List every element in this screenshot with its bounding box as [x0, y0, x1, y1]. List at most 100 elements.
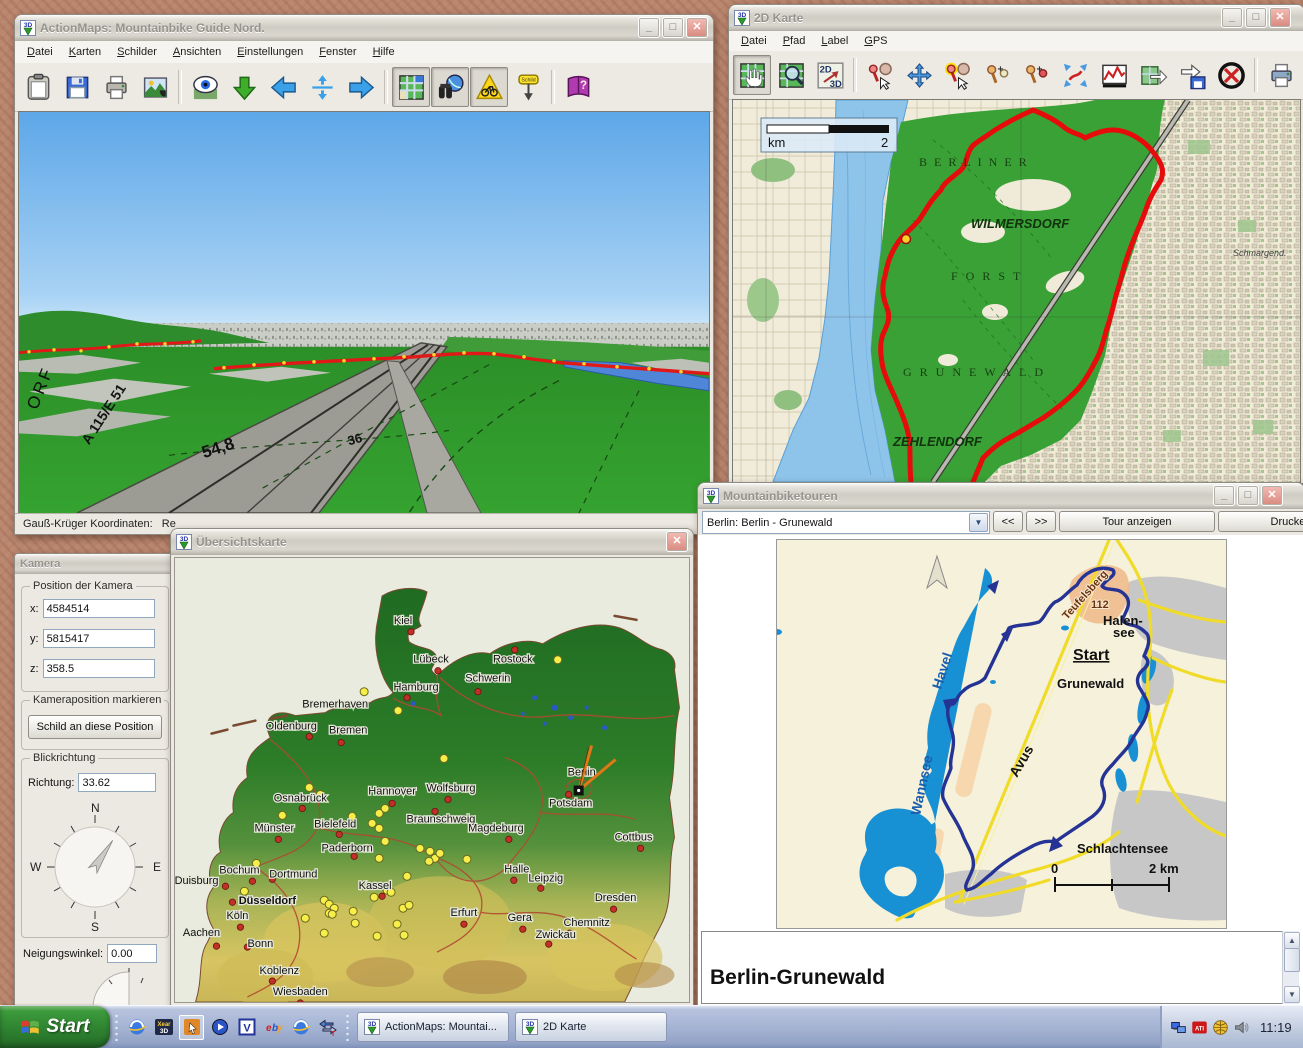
- 3d-viewport[interactable]: A 115/E 51 54,8 36 ORF: [18, 111, 710, 514]
- overview-map[interactable]: KielLübeckRostockSchwerinHamburgBremerha…: [174, 557, 690, 1003]
- minimize-button[interactable]: _: [1213, 485, 1235, 506]
- description-scrollbar[interactable]: ▲ ▼: [1282, 931, 1299, 1004]
- menu-ansichten[interactable]: Ansichten: [165, 43, 229, 61]
- kamera-titlebar[interactable]: Kamera: [15, 554, 173, 574]
- save-path-icon[interactable]: [1173, 55, 1211, 95]
- ati-tray-icon[interactable]: ATI: [1191, 1019, 1208, 1036]
- fit-path-icon[interactable]: [1056, 55, 1094, 95]
- map-2d3d-icon[interactable]: 2D3D: [811, 55, 849, 95]
- pin-select-icon[interactable]: [861, 55, 899, 95]
- compass[interactable]: N W S E: [22, 801, 168, 933]
- tour-location-dot[interactable]: [278, 811, 286, 819]
- tour-location-dot[interactable]: [405, 901, 413, 909]
- close-button[interactable]: ✕: [686, 17, 708, 38]
- karte2d-titlebar[interactable]: 3D 2D Karte _ □ ✕: [729, 5, 1303, 31]
- tilt-indicator[interactable]: [85, 968, 165, 1008]
- tour-location-dot[interactable]: [240, 887, 248, 895]
- menu-datei[interactable]: Datei: [19, 43, 61, 61]
- next-tour-button[interactable]: >>: [1026, 511, 1056, 532]
- menu-gps[interactable]: GPS: [856, 32, 895, 50]
- overview-icon[interactable]: [431, 67, 469, 107]
- menu-datei[interactable]: Datei: [733, 32, 775, 50]
- view-eye-icon[interactable]: [186, 67, 224, 107]
- ie-launch-icon[interactable]: [125, 1016, 148, 1039]
- menu-hilfe[interactable]: Hilfe: [365, 43, 403, 61]
- minimize-button[interactable]: _: [638, 17, 660, 38]
- tour-location-dot[interactable]: [375, 809, 383, 817]
- tour-location-dot[interactable]: [320, 929, 328, 937]
- tour-anzeigen-button[interactable]: Tour anzeigen: [1059, 511, 1215, 532]
- camera-z-field[interactable]: [43, 659, 155, 678]
- camera-y-field[interactable]: [43, 629, 155, 648]
- tour-location-dot[interactable]: [440, 755, 448, 763]
- tour-location-dot[interactable]: [426, 847, 434, 855]
- arrow-down-icon[interactable]: [225, 67, 263, 107]
- volume-tray-icon[interactable]: [1233, 1019, 1250, 1036]
- clipboard-icon[interactable]: [19, 67, 57, 107]
- maximize-button[interactable]: □: [1245, 7, 1267, 28]
- menu-karten[interactable]: Karten: [61, 43, 109, 61]
- taskarea-grip[interactable]: [345, 1013, 350, 1041]
- chevron-down-icon[interactable]: ▼: [969, 513, 988, 532]
- tour-location-dot[interactable]: [373, 932, 381, 940]
- taskbar-task-1[interactable]: 3D2D Karte: [515, 1012, 667, 1042]
- bike-sign-icon[interactable]: [470, 67, 508, 107]
- save-icon[interactable]: [58, 67, 96, 107]
- media-player-launch-icon[interactable]: [208, 1016, 231, 1039]
- arrow-left-icon[interactable]: [264, 67, 302, 107]
- tour-location-dot[interactable]: [393, 920, 401, 928]
- help-book-icon[interactable]: ?: [559, 67, 597, 107]
- tour-location-dot[interactable]: [463, 855, 471, 863]
- tour-location-dot[interactable]: [400, 931, 408, 939]
- tour-location-dot[interactable]: [349, 907, 357, 915]
- quicklaunch-grip[interactable]: [114, 1013, 119, 1041]
- zoom-map-icon[interactable]: [772, 55, 810, 95]
- tour-location-dot[interactable]: [328, 910, 336, 918]
- tour-location-dot[interactable]: [436, 849, 444, 857]
- tour-location-dot[interactable]: [554, 656, 562, 664]
- tour-location-dot[interactable]: [425, 857, 433, 865]
- pin-add-red-icon[interactable]: +: [1017, 55, 1055, 95]
- taskbar-task-0[interactable]: 3DActionMaps: Mountai...: [357, 1012, 509, 1042]
- richtung-field[interactable]: [78, 773, 156, 792]
- scroll-up-icon[interactable]: ▲: [1284, 932, 1300, 949]
- menu-einstellungen[interactable]: Einstellungen: [229, 43, 311, 61]
- close-button[interactable]: ✕: [666, 531, 688, 552]
- globe-tray-icon[interactable]: [1212, 1019, 1229, 1036]
- prev-tour-button[interactable]: <<: [993, 511, 1023, 532]
- tour-location-dot[interactable]: [375, 824, 383, 832]
- maximize-button[interactable]: □: [662, 17, 684, 38]
- close-button[interactable]: ✕: [1269, 7, 1291, 28]
- actionmaps-titlebar[interactable]: 3D ActionMaps: Mountainbike Guide Nord. …: [15, 15, 713, 41]
- print-icon[interactable]: [97, 67, 135, 107]
- ie2-launch-icon[interactable]: [289, 1016, 312, 1039]
- xear3d-launch-icon[interactable]: Xear3D: [152, 1016, 175, 1039]
- tour-location-dot[interactable]: [416, 844, 424, 852]
- tour-location-dot[interactable]: [305, 783, 313, 791]
- move-cross-icon[interactable]: [900, 55, 938, 95]
- tour-location-dot[interactable]: [370, 893, 378, 901]
- profile-chart-icon[interactable]: [1095, 55, 1133, 95]
- tour-location-dot[interactable]: [403, 872, 411, 880]
- map-grid-icon[interactable]: [392, 67, 430, 107]
- schild-position-button[interactable]: Schild an diese Position: [28, 715, 162, 739]
- tour-location-dot[interactable]: [394, 707, 402, 715]
- tour-location-dot[interactable]: [375, 854, 383, 862]
- menu-schilder[interactable]: Schilder: [109, 43, 165, 61]
- touren-titlebar[interactable]: 3D Mountainbiketouren _ □ ✕: [698, 483, 1303, 509]
- minimize-button[interactable]: _: [1221, 7, 1243, 28]
- export-map-icon[interactable]: [1134, 55, 1172, 95]
- camera-x-field[interactable]: [43, 599, 155, 618]
- network-tray-icon[interactable]: [1170, 1019, 1187, 1036]
- menu-label[interactable]: Label: [813, 32, 856, 50]
- scroll-down-icon[interactable]: ▼: [1284, 986, 1300, 1003]
- scrollbar-thumb[interactable]: [1284, 948, 1300, 972]
- tour-location-dot[interactable]: [301, 914, 309, 922]
- tour-location-dot[interactable]: [351, 919, 359, 927]
- menu-pfad[interactable]: Pfad: [775, 32, 814, 50]
- tour-location-dot[interactable]: [381, 837, 389, 845]
- neigungswinkel-field[interactable]: [107, 944, 157, 963]
- menu-fenster[interactable]: Fenster: [311, 43, 364, 61]
- v-app-launch-icon[interactable]: V: [235, 1016, 258, 1039]
- uebersicht-titlebar[interactable]: 3D Übersichtskarte ✕: [171, 529, 693, 555]
